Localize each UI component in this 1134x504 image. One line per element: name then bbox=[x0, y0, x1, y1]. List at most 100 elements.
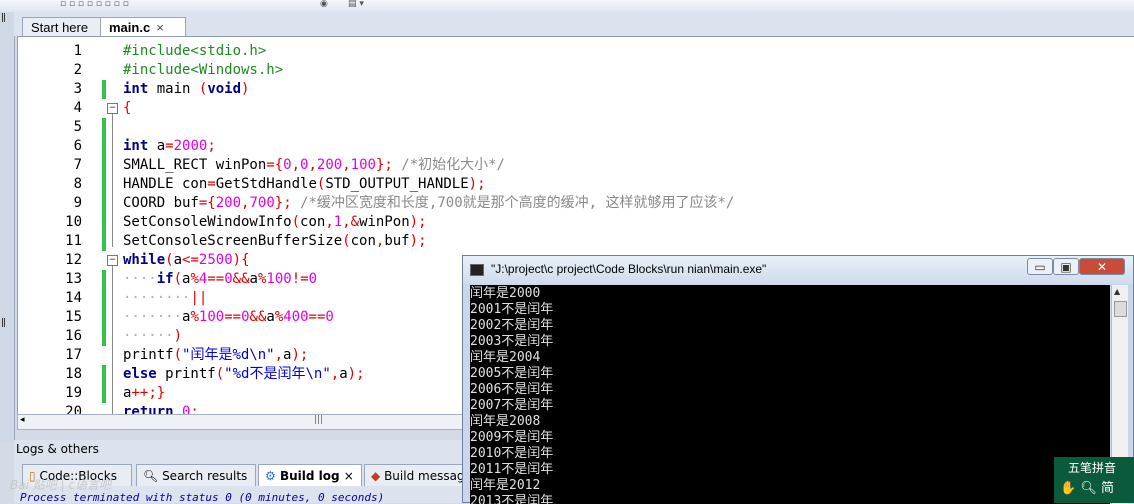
scroll-thumb[interactable] bbox=[1114, 301, 1127, 317]
code-line[interactable]: SMALL_RECT winPon={0,0,200,100}; /*初始化大小… bbox=[123, 156, 505, 175]
console-title-bar[interactable]: "J:\project\c project\Code Blocks\run ni… bbox=[463, 256, 1133, 284]
console-window[interactable]: "J:\project\c project\Code Blocks\run ni… bbox=[462, 255, 1134, 504]
changed-line-marker bbox=[102, 156, 106, 175]
changed-line-marker bbox=[102, 365, 106, 384]
code-line[interactable]: a++;} bbox=[123, 384, 165, 403]
code-line[interactable]: #include<stdio.h> bbox=[123, 42, 266, 61]
line-number: 8 bbox=[73, 176, 82, 192]
code-line[interactable]: HANDLE con=GetStdHandle(STD_OUTPUT_HANDL… bbox=[123, 175, 486, 194]
code-line[interactable]: int main (void) bbox=[123, 80, 249, 99]
line-number: 1 bbox=[73, 43, 82, 59]
line-number: 13 bbox=[65, 271, 82, 287]
panel-handle-icon[interactable]: ǁ bbox=[1, 12, 6, 23]
line-number: 10 bbox=[65, 214, 82, 230]
search-icon[interactable]: 🔍︎ bbox=[1080, 481, 1097, 496]
ime-toolbar[interactable]: 五笔拼音 ✋ 🔍︎ 简 bbox=[1054, 457, 1134, 503]
watermark: Bai 贴吧 | c语言吧 bbox=[10, 478, 112, 492]
panel-handle-icon[interactable]: ǁ bbox=[1, 317, 6, 328]
console-title: "J:\project\c project\Code Blocks\run ni… bbox=[491, 262, 767, 276]
gear-icon: ⚙ bbox=[265, 469, 276, 483]
tab-label: Build messag bbox=[384, 469, 465, 483]
debug-icon[interactable]: ◉ bbox=[320, 0, 328, 9]
tab-label: Build log bbox=[279, 469, 340, 483]
console-line: 2009不是闰年 bbox=[470, 430, 554, 445]
changed-line-marker bbox=[102, 137, 106, 156]
fold-toggle-icon[interactable]: − bbox=[107, 255, 118, 266]
fold-guide-line bbox=[112, 114, 113, 247]
line-number: 16 bbox=[65, 328, 82, 344]
scroll-grip-icon[interactable]: ||| bbox=[314, 415, 323, 425]
code-line[interactable]: else printf("%d不是闰年\n",a); bbox=[123, 365, 365, 384]
scroll-up-icon[interactable]: ▲ bbox=[1114, 287, 1120, 296]
code-line[interactable]: ····if(a%4==0&&a%100!=0 bbox=[123, 270, 317, 289]
tab-build-messages[interactable]: ◆ Build messag bbox=[364, 464, 465, 486]
fold-toggle-icon[interactable]: − bbox=[107, 103, 118, 114]
console-line: 2001不是闰年 bbox=[470, 302, 554, 317]
line-number: 7 bbox=[73, 157, 82, 173]
changed-line-marker bbox=[102, 384, 106, 403]
left-panel-edge: ǁ ǁ bbox=[0, 12, 15, 442]
close-icon[interactable]: × bbox=[156, 20, 164, 35]
logs-panel: Logs & others ▯ Code::Blocks 🔍︎ Search r… bbox=[14, 440, 465, 504]
ime-mode-label[interactable]: 五笔拼音 bbox=[1068, 459, 1116, 476]
fold-guide-line bbox=[112, 266, 113, 415]
close-button[interactable]: ✕ bbox=[1079, 258, 1125, 275]
code-line[interactable]: COORD buf={200,700}; /*缓冲区宽度和长度,700就是那个高… bbox=[123, 194, 734, 213]
line-number: 11 bbox=[65, 233, 82, 249]
build-target-icon[interactable]: ▤ ▾ bbox=[348, 0, 364, 9]
line-number: 12 bbox=[65, 252, 82, 268]
line-number: 9 bbox=[73, 195, 82, 211]
changed-line-marker bbox=[102, 327, 106, 346]
close-icon[interactable]: × bbox=[344, 469, 354, 483]
minimize-button[interactable]: ▭ bbox=[1027, 258, 1053, 275]
changed-line-marker bbox=[102, 80, 106, 99]
line-number: 6 bbox=[73, 138, 82, 154]
scroll-left-icon[interactable]: ◂ bbox=[20, 415, 25, 425]
line-number-gutter: 1 2 3 4 5 6 7 8 9 10 11 12 13 14 15 16 17 18 19 20− − bbox=[18, 37, 118, 415]
toolbar-icons[interactable]: ▫ ▫ ▫ ▫ ▫ ▫ ▫ ▫ bbox=[60, 0, 129, 9]
code-line[interactable]: while(a<=2500){ bbox=[123, 251, 250, 270]
changed-line-marker bbox=[102, 213, 106, 232]
code-line[interactable]: int a=2000; bbox=[123, 137, 216, 156]
changed-line-marker bbox=[102, 118, 106, 137]
maximize-button[interactable]: ▣ bbox=[1053, 258, 1079, 275]
hand-icon[interactable]: ✋ bbox=[1060, 481, 1076, 496]
tab-label: main.c bbox=[109, 20, 151, 35]
editor-tab-bar: Start here main.c × bbox=[14, 12, 1134, 37]
changed-line-marker bbox=[102, 175, 106, 194]
line-number: 17 bbox=[65, 347, 82, 363]
editor-horizontal-scrollbar[interactable]: ◂ ||| bbox=[17, 414, 464, 430]
console-line: 闰年是2012 bbox=[470, 478, 541, 493]
tab-start-here[interactable]: Start here bbox=[22, 17, 106, 36]
tab-search-results[interactable]: 🔍︎ Search results bbox=[136, 464, 256, 486]
console-line: 2002不是闰年 bbox=[470, 318, 554, 333]
code-line[interactable]: SetConsoleWindowInfo(con,1,&winPon); bbox=[123, 213, 427, 232]
line-number: 18 bbox=[65, 366, 82, 382]
code-line[interactable]: { bbox=[123, 99, 131, 118]
code-line[interactable]: ········|| bbox=[123, 289, 207, 308]
line-number: 19 bbox=[65, 385, 82, 401]
console-line: 2003不是闰年 bbox=[470, 334, 554, 349]
tab-label: Search results bbox=[162, 469, 248, 483]
changed-line-marker bbox=[102, 270, 106, 289]
tab-build-log[interactable]: ⚙ Build log × bbox=[258, 464, 362, 486]
console-app-icon bbox=[470, 264, 484, 276]
line-number: 4 bbox=[73, 100, 82, 116]
console-line: 闰年是2008 bbox=[470, 414, 541, 429]
console-line: 2006不是闰年 bbox=[470, 382, 554, 397]
console-line: 2010不是闰年 bbox=[470, 446, 554, 461]
changed-line-marker bbox=[102, 308, 106, 327]
console-line: 2007不是闰年 bbox=[470, 398, 554, 413]
console-output[interactable]: 闰年是2000 2001不是闰年 2002不是闰年 2003不是闰年 闰年是2004 20… bbox=[470, 285, 1110, 504]
code-line[interactable]: ······) bbox=[123, 327, 182, 346]
code-line[interactable]: #include<Windows.h> bbox=[123, 61, 283, 80]
code-line[interactable]: SetConsoleScreenBufferSize(con,buf); bbox=[123, 232, 427, 251]
console-line: 闰年是2000 bbox=[470, 286, 541, 301]
tab-main-c[interactable]: main.c × bbox=[100, 17, 186, 37]
ime-status[interactable]: ✋ 🔍︎ 简 bbox=[1060, 477, 1114, 496]
code-line[interactable]: ·······a%100==0&&a%400==0 bbox=[123, 308, 334, 327]
code-line[interactable]: printf("闰年是%d\n",a); bbox=[123, 346, 308, 365]
ime-simplified-label[interactable]: 简 bbox=[1101, 481, 1114, 496]
logs-panel-title: Logs & others bbox=[16, 442, 99, 456]
build-messages-icon: ◆ bbox=[371, 469, 381, 483]
